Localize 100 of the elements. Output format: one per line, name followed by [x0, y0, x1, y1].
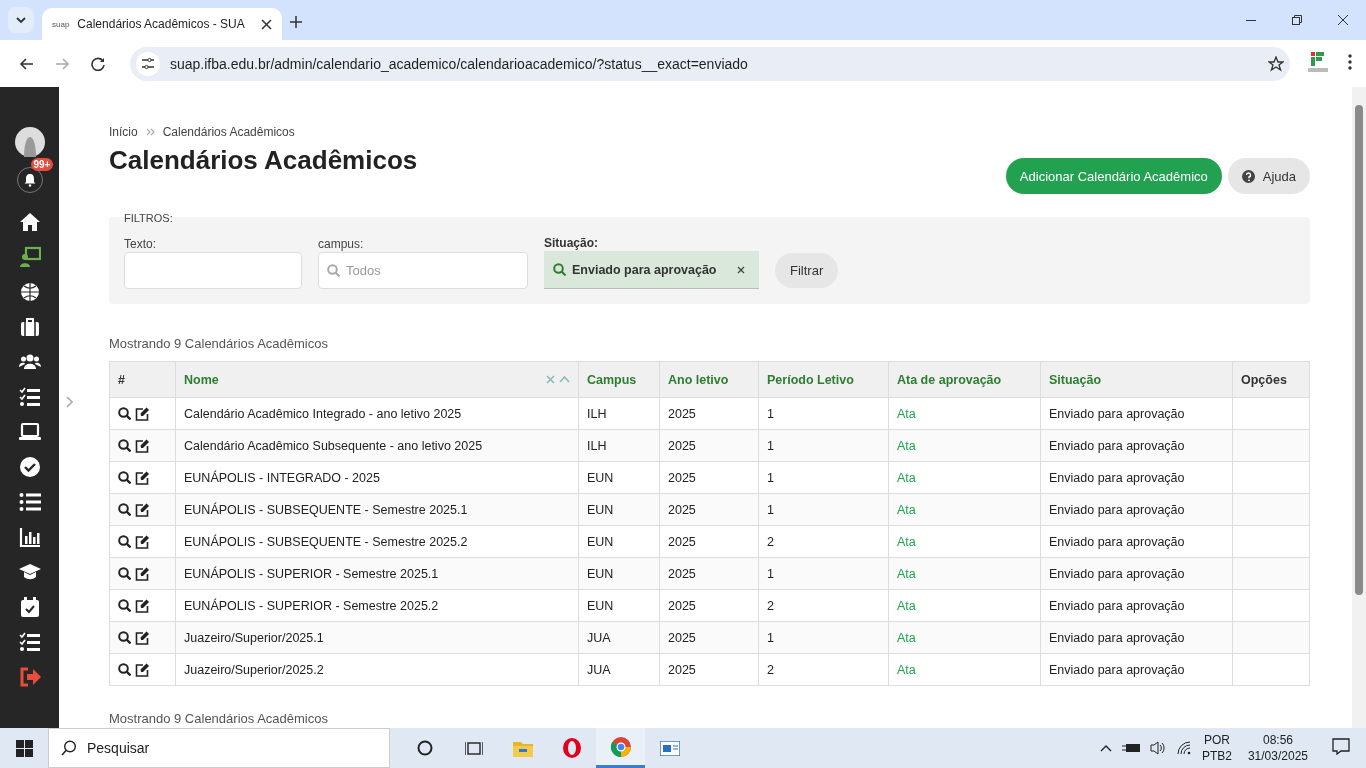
home-icon[interactable]	[18, 210, 41, 233]
table-cell: Enviado para aprovação	[1040, 653, 1233, 686]
close-icon[interactable]	[1338, 15, 1348, 25]
view-icon[interactable]	[118, 631, 131, 645]
edit-icon[interactable]	[135, 470, 149, 485]
cortana-icon[interactable]	[416, 740, 433, 756]
ata-link[interactable]: Ata	[897, 598, 916, 613]
teacher-board-icon[interactable]	[18, 245, 41, 268]
speaker-icon[interactable]	[1149, 740, 1166, 756]
opera-icon[interactable]	[561, 738, 582, 758]
table-cell: Juazeiro/Superior/2025.1	[175, 621, 579, 654]
edit-icon[interactable]	[135, 502, 149, 517]
view-icon[interactable]	[118, 471, 131, 485]
checklist-icon[interactable]	[18, 630, 41, 653]
add-calendar-button[interactable]: Adicionar Calendário Acadêmico	[1005, 158, 1222, 194]
check-circle-icon[interactable]	[18, 455, 41, 478]
table-cell: 2	[758, 589, 889, 622]
campus-select-field[interactable]: Todos	[318, 252, 528, 289]
site-settings-icon	[141, 57, 155, 70]
new-tab-icon[interactable]	[290, 16, 302, 28]
status-filter-field[interactable]: Enviado para aprovação	[544, 251, 759, 289]
minimize-icon[interactable]	[1246, 19, 1256, 21]
view-icon[interactable]	[118, 503, 131, 517]
table-cell: 2025	[659, 557, 759, 590]
wifi-icon[interactable]	[1175, 740, 1192, 756]
app-window-icon[interactable]	[659, 740, 680, 756]
list-icon[interactable]	[18, 490, 41, 513]
table-cell: EUNÁPOLIS - INTEGRADO - 2025	[175, 461, 579, 494]
restore-icon[interactable]	[1292, 15, 1302, 25]
edit-icon[interactable]	[135, 438, 149, 453]
checklist-icon[interactable]	[18, 385, 41, 408]
help-button[interactable]: Ajuda	[1227, 158, 1310, 194]
ata-link[interactable]: Ata	[897, 534, 916, 549]
star-icon[interactable]	[1268, 55, 1284, 72]
table-cell: EUNÁPOLIS - SUPERIOR - Semestre 2025.2	[175, 589, 579, 622]
more-menu-icon[interactable]	[1348, 53, 1352, 70]
back-arrow-icon	[18, 56, 34, 71]
view-icon[interactable]	[118, 663, 131, 677]
edit-icon[interactable]	[135, 534, 149, 549]
result-count: Mostrando 9 Calendários Acadêmicos	[109, 336, 329, 351]
browser-tab[interactable]: suap Calendários Acadêmicos - SUA	[42, 8, 282, 40]
ata-link[interactable]: Ata	[897, 566, 916, 581]
edit-icon[interactable]	[135, 630, 149, 645]
table-cell: 2	[758, 653, 889, 686]
institution-logo-icon[interactable]	[1308, 51, 1328, 72]
chrome-icon[interactable]	[610, 736, 631, 757]
search-icon	[327, 264, 340, 277]
edit-icon[interactable]	[135, 662, 149, 677]
breadcrumb-current: Calendários Acadêmicos	[162, 125, 295, 139]
calendar-check-icon[interactable]	[18, 595, 41, 618]
table-cell: 1	[758, 461, 889, 494]
notifications-icon[interactable]	[1332, 738, 1350, 755]
table-cell: Enviado para aprovação	[1040, 589, 1233, 622]
avatar-icon[interactable]	[14, 127, 45, 157]
view-icon[interactable]	[118, 407, 131, 421]
table-cell: Enviado para aprovação	[1040, 525, 1233, 558]
folder-icon[interactable]	[512, 739, 533, 757]
view-icon[interactable]	[118, 567, 131, 581]
ata-link[interactable]: Ata	[897, 630, 916, 645]
laptop-icon[interactable]	[18, 420, 41, 443]
logout-icon[interactable]	[18, 665, 41, 688]
favicon-text: suap	[52, 19, 70, 29]
remove-icon[interactable]	[736, 265, 745, 274]
ata-link[interactable]: Ata	[897, 662, 916, 677]
ata-link[interactable]: Ata	[897, 470, 916, 485]
ata-link[interactable]: Ata	[897, 502, 916, 517]
clock[interactable]: 08:56 31/03/2025	[1247, 732, 1308, 764]
ata-link[interactable]: Ata	[897, 438, 916, 453]
table-cell: 1	[758, 429, 889, 462]
windows-start-icon[interactable]	[15, 739, 33, 757]
table-cell: 2	[758, 525, 889, 558]
text-filter-field[interactable]	[124, 252, 302, 289]
table-cell: 2025	[659, 525, 759, 558]
bell-icon	[23, 173, 36, 187]
close-icon[interactable]	[261, 18, 272, 30]
tray-chevron-icon[interactable]	[1099, 743, 1112, 753]
task-view-icon[interactable]	[464, 739, 483, 757]
bar-chart-icon[interactable]	[18, 525, 41, 548]
briefcase-icon[interactable]	[18, 315, 41, 338]
table-cell: Enviado para aprovação	[1040, 397, 1233, 430]
edit-icon[interactable]	[135, 406, 149, 421]
filter-button[interactable]: Filtrar	[775, 253, 839, 288]
view-icon[interactable]	[118, 535, 131, 549]
column-header: Ano letivo	[659, 361, 759, 398]
taskbar-search-field[interactable]: Pesquisar	[48, 728, 390, 768]
globe-icon[interactable]	[18, 280, 41, 303]
table-cell: Juazeiro/Superior/2025.2	[175, 653, 579, 686]
edit-icon[interactable]	[135, 598, 149, 613]
tab-search-button[interactable]	[8, 7, 34, 33]
input-language-indicator[interactable]: POR PTB2	[1201, 732, 1232, 764]
view-icon[interactable]	[118, 439, 131, 453]
view-icon[interactable]	[118, 599, 131, 613]
table-cell: 2025	[659, 653, 759, 686]
table-cell: Calendário Acadêmico Subsequente - ano letivo 2025	[175, 429, 579, 462]
column-header: Período Letivo	[758, 361, 889, 398]
ata-link[interactable]: Ata	[897, 406, 916, 421]
address-bar[interactable]: suap.ifba.edu.br/admin/calendario_academico/calendarioacademico/?status__exact=enviado	[130, 46, 1290, 81]
edit-icon[interactable]	[135, 566, 149, 581]
breadcrumb-link[interactable]: Início	[109, 125, 138, 139]
battery-icon[interactable]	[1121, 742, 1140, 754]
